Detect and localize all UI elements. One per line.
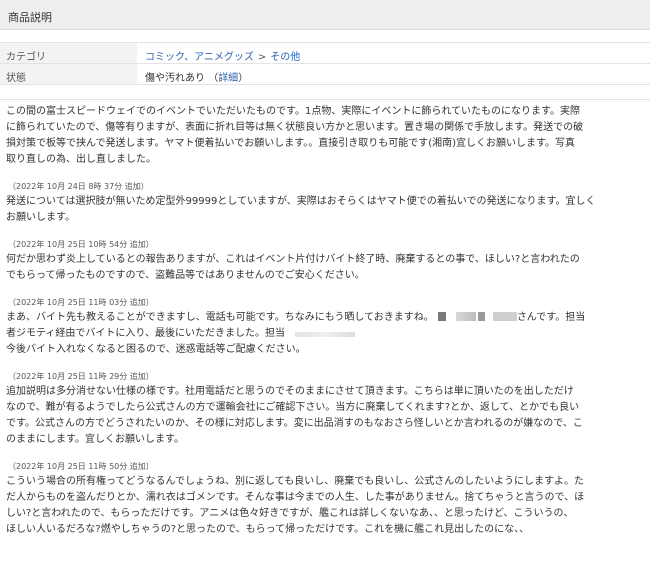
condition-label: 状態 — [0, 64, 137, 84]
addendum-text: まあ、バイト先も教えることができますし、電話も可能です。ちなみにもう晒しておきま… — [6, 310, 646, 358]
redacted-block — [437, 312, 446, 321]
addendum-line: 者ジモティ経由でバイトに入り、最後にいただきました。担当 — [6, 326, 646, 342]
addendum-timestamp: （2022年 10月 25日 11時 50分 追加） — [8, 462, 154, 471]
addendum-line-text: さんです。担当 — [516, 312, 586, 323]
addendum-line: のままにします。宜しくお願いします。 — [6, 434, 184, 445]
description-line: 取り直しの為、出し直しました。 — [6, 154, 156, 165]
breadcrumb-separator: > — [257, 52, 267, 63]
category-link-comic-anime[interactable]: コミック、アニメグッズ — [145, 52, 254, 63]
category-label: カテゴリ — [0, 43, 137, 63]
addendum-line: です。公式さんの方でどうされたいのか、その様に対応します。変に出品消すのもなおさ… — [6, 418, 583, 429]
section-title: 商品説明 — [8, 11, 52, 24]
addendum-line: お願いします。 — [6, 212, 75, 223]
spec-row-condition: 状態 傷や汚れあり （詳細） — [0, 64, 650, 85]
addendum-line: だ人からものを盗んだりとか、濡れ衣はゴメンです。そんな事は今までの人生、した事が… — [6, 492, 585, 503]
addendum-line: こういう場合の所有権ってどうなるんでしょうね、別に返しても良いし、廃棄でも良いし… — [6, 476, 584, 487]
addendum-timestamp: （2022年 10月 25日 11時 29分 追加） — [8, 372, 154, 381]
redacted-phone — [295, 332, 355, 337]
condition-value: 傷や汚れあり （詳細） — [137, 64, 248, 84]
description-main: この間の富士スピードウェイでのイベントでいただいたものです。1点物、実際にイベン… — [6, 104, 646, 168]
addendum-line: 追加説明は多分消せない仕様の様です。社用電話だと思うのでそのままにさせて頂きます… — [6, 386, 574, 397]
addendum-line: しい?と言われたので、もらっただけです。アニメは色々好きですが、艦これは詳しくな… — [6, 508, 574, 519]
addendum-line: でもらって帰ったものですので、盗難品等ではありませんのでご安心ください。 — [6, 270, 365, 281]
redacted-block — [477, 312, 485, 321]
spec-row-category: カテゴリ コミック、アニメグッズ > その他 — [0, 43, 650, 64]
description-body: この間の富士スピードウェイでのイベントでいただいたものです。1点物、実際にイベン… — [0, 99, 650, 559]
addendum-text: 追加説明は多分消せない仕様の様です。社用電話だと思うのでそのままにさせて頂きます… — [6, 384, 646, 448]
section-header: 商品説明 — [0, 0, 650, 30]
paren-close: ） — [238, 73, 249, 84]
addendum-line: 今後バイト入れなくなると困るので、迷惑電話等ご配慮ください。 — [6, 344, 306, 355]
addendum-timestamp: （2022年 10月 25日 10時 54分 追加） — [8, 240, 154, 249]
addendum-line: 発送については選択肢が無いため定型外99999としていますが、実際はおそらくはヤ… — [6, 196, 596, 207]
description-line: 損対策で板等で挟んで発送します。ヤマト便着払いでお願いします。。直接引き取りも可… — [6, 138, 576, 149]
addendum-timestamp: （2022年 10月 24日 8時 37分 追加） — [8, 182, 149, 191]
addendum-line-text: 者ジモティ経由でバイトに入り、最後にいただきました。担当 — [6, 328, 285, 339]
addendum-line: ほしい人いるだろな?燃やしちゃうの?と思ったので、もらって帰っただけです。これを… — [6, 524, 530, 535]
spec-table: カテゴリ コミック、アニメグッズ > その他 状態 傷や汚れあり （詳細） — [0, 42, 650, 85]
addendum-line-text: まあ、バイト先も教えることができますし、電話も可能です。ちなみにもう晒しておきま… — [6, 312, 434, 323]
addendum-text: 発送については選択肢が無いため定型外99999としていますが、実際はおそらくはヤ… — [6, 194, 646, 226]
redacted-block — [455, 312, 476, 321]
description-line: この間の富士スピードウェイでのイベントでいただいたものです。1点物、実際にイベン… — [6, 106, 581, 117]
condition-text: 傷や汚れあり — [145, 73, 205, 84]
category-link-other[interactable]: その他 — [270, 52, 300, 63]
description-line: に飾られていたので、傷等有りますが、表面に折れ目等は無く状態良い方かと思います。… — [6, 122, 584, 133]
addendum-line: 何だか思わず炎上しているとの報告ありますが、これはイベント片付けバイト終了時、廃… — [6, 254, 580, 265]
addendum-text: こういう場合の所有権ってどうなるんでしょうね、別に返しても良いし、廃棄でも良いし… — [6, 474, 646, 538]
addendum-timestamp: （2022年 10月 25日 11時 03分 追加） — [8, 298, 154, 307]
addendum-text: 何だか思わず炎上しているとの報告ありますが、これはイベント片付けバイト終了時、廃… — [6, 252, 646, 284]
condition-detail-link[interactable]: 詳細 — [218, 73, 238, 84]
category-value: コミック、アニメグッズ > その他 — [137, 43, 300, 63]
redacted-block — [492, 312, 517, 321]
addendum-line: まあ、バイト先も教えることができますし、電話も可能です。ちなみにもう晒しておきま… — [6, 310, 646, 326]
addendum-line: なので、難が有るようでしたら公式さんの方で運輸会社にご確認下さい。当方に廃棄して… — [6, 402, 580, 413]
paren-open: （ — [208, 73, 219, 84]
